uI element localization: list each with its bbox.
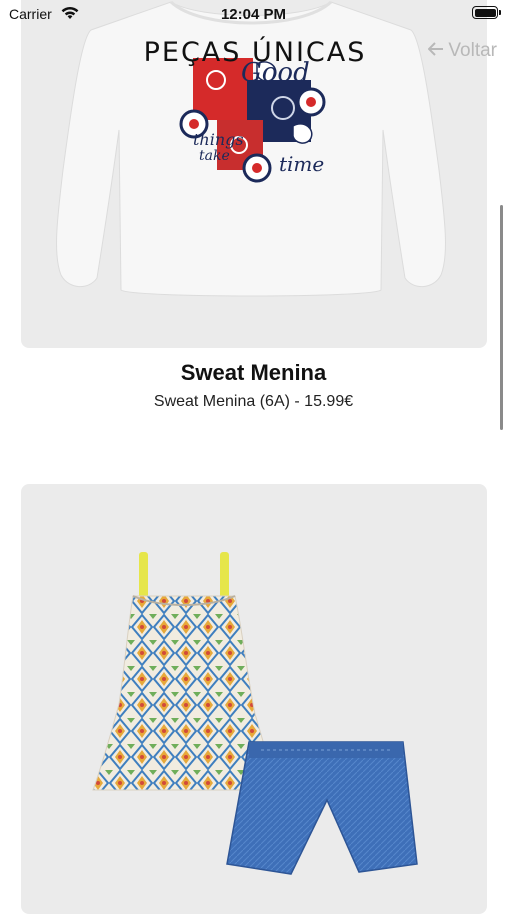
- scrollbar[interactable]: [500, 205, 503, 430]
- print-text-time: time: [279, 152, 325, 176]
- status-time: 12:04 PM: [220, 6, 287, 23]
- print-text-take: take: [199, 148, 230, 164]
- print-text-things: things: [193, 130, 244, 149]
- status-bar: Carrier 12:04 PM: [0, 0, 507, 28]
- product-name[interactable]: Sweat Menina: [0, 360, 507, 386]
- product-subtitle: Sweat Menina (6A) - 15.99€: [153, 393, 354, 410]
- back-button[interactable]: Voltar: [427, 40, 497, 62]
- product-image-set[interactable]: [21, 484, 487, 914]
- back-label: Voltar: [448, 40, 497, 61]
- page-title: PEÇAS ÚNICAS: [143, 37, 367, 68]
- arrow-left-icon: [427, 40, 444, 62]
- battery-icon: [472, 6, 501, 19]
